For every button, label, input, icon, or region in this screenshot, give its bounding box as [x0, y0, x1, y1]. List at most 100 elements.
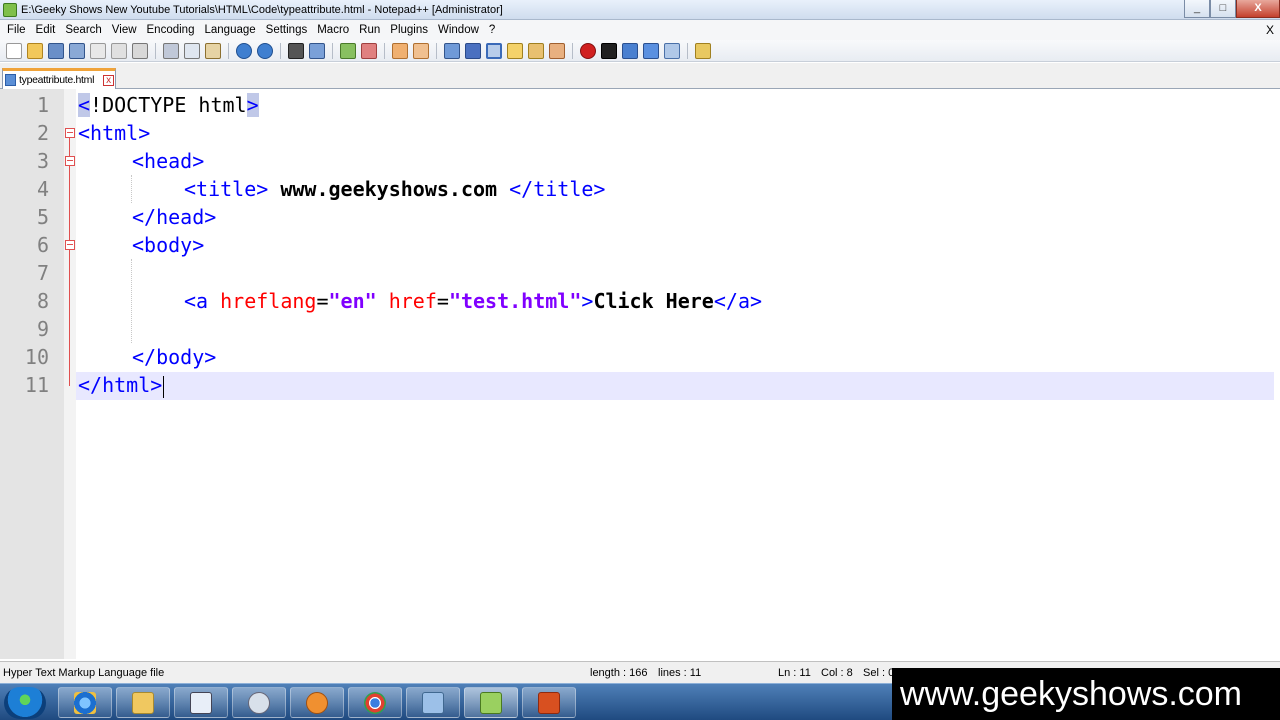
replace-icon[interactable] — [309, 42, 325, 59]
menu-window[interactable]: Window — [433, 20, 484, 40]
fold-line — [69, 138, 70, 386]
tab-close-icon[interactable]: x — [103, 74, 115, 86]
line-number: 9 — [36, 317, 49, 341]
indent-guide-icon[interactable] — [486, 42, 502, 59]
menu-plugins[interactable]: Plugins — [385, 20, 433, 40]
toolbar-separator — [384, 42, 385, 59]
document-map-icon[interactable] — [528, 42, 544, 59]
status-length: length : 166 — [590, 667, 648, 679]
taskbar-notepad-plus-plus[interactable] — [464, 687, 518, 718]
menu-macro[interactable]: Macro — [312, 20, 354, 40]
play-macro-icon[interactable] — [622, 42, 638, 59]
line-number: 8 — [36, 289, 49, 313]
new-file-icon[interactable] — [6, 42, 22, 59]
save-macro-icon[interactable] — [664, 42, 680, 59]
line-number: 10 — [24, 345, 49, 369]
hreflang-attribute: hreflang — [220, 289, 317, 313]
taskbar-media-player[interactable] — [290, 687, 344, 718]
show-all-characters-icon[interactable] — [465, 42, 481, 59]
copy-icon[interactable] — [184, 42, 200, 59]
href-value: "test.html" — [448, 289, 582, 313]
record-macro-icon[interactable] — [580, 42, 596, 59]
fold-collapse-icon[interactable] — [65, 240, 75, 250]
minimize-button[interactable]: _ — [1184, 0, 1210, 18]
watermark: www.geekyshows.com — [892, 668, 1280, 720]
sync-vertical-icon[interactable] — [392, 42, 408, 59]
user-defined-language-icon[interactable] — [507, 42, 523, 59]
save-all-icon[interactable] — [69, 42, 85, 59]
line-number: 6 — [36, 233, 49, 257]
word-wrap-icon[interactable] — [444, 42, 460, 59]
find-icon[interactable] — [288, 42, 304, 59]
undo-icon[interactable] — [236, 42, 252, 59]
run-macro-multiple-icon[interactable] — [643, 42, 659, 59]
menu-search[interactable]: Search — [60, 20, 106, 40]
anchor-open-tag: <a — [184, 289, 221, 313]
menu-run[interactable]: Run — [354, 20, 385, 40]
launch-browser-icon[interactable] — [695, 42, 711, 59]
head-close-tag: </head> — [132, 205, 217, 229]
save-icon[interactable] — [48, 42, 64, 59]
line-number: 3 — [36, 149, 49, 173]
paste-icon[interactable] — [205, 42, 221, 59]
body-close-tag: </body> — [132, 345, 217, 369]
menu-file[interactable]: File — [2, 20, 31, 40]
toolbar-separator — [155, 42, 156, 59]
taskbar-snipping-tool[interactable] — [232, 687, 286, 718]
zoom-out-icon[interactable] — [361, 42, 377, 59]
taskbar-chrome[interactable] — [348, 687, 402, 718]
folder-icon — [132, 691, 154, 714]
menu-edit[interactable]: Edit — [31, 20, 61, 40]
print-icon[interactable] — [132, 42, 148, 59]
menu-encoding[interactable]: Encoding — [142, 20, 200, 40]
anchor-tag-end: > — [581, 289, 594, 313]
window-title: E:\Geeky Shows New Youtube Tutorials\HTM… — [21, 3, 503, 16]
hreflang-value: "en" — [328, 289, 377, 313]
code-editor[interactable]: 1 2 3 4 5 6 7 8 9 10 11 <!DOCTYPE html> … — [0, 89, 1280, 659]
fold-collapse-icon[interactable] — [65, 128, 75, 138]
menu-settings[interactable]: Settings — [261, 20, 313, 40]
close-button[interactable]: X — [1236, 0, 1280, 18]
close-all-icon[interactable] — [111, 42, 127, 59]
title-close-tag: </title> — [509, 177, 606, 201]
sync-horizontal-icon[interactable] — [413, 42, 429, 59]
internet-explorer-icon — [74, 691, 96, 714]
powerpoint-icon — [538, 691, 560, 714]
line-number: 7 — [36, 261, 49, 285]
taskbar-reader[interactable] — [174, 687, 228, 718]
href-attribute: href — [388, 289, 437, 313]
anchor-close-tag: </a> — [713, 289, 763, 313]
menu-help[interactable]: ? — [484, 20, 500, 40]
tab-typeattribute-html[interactable]: typeattribute.html x — [2, 68, 116, 89]
zoom-in-icon[interactable] — [340, 42, 356, 59]
close-file-icon[interactable] — [90, 42, 106, 59]
toolbar-separator — [280, 42, 281, 59]
redo-icon[interactable] — [257, 42, 273, 59]
cut-icon[interactable] — [163, 42, 179, 59]
menu-view[interactable]: View — [107, 20, 142, 40]
equals-sign: = — [436, 289, 449, 313]
title-bar: E:\Geeky Shows New Youtube Tutorials\HTM… — [0, 0, 1280, 20]
book-icon — [190, 691, 212, 714]
equals-sign: = — [316, 289, 329, 313]
taskbar-file-explorer[interactable] — [116, 687, 170, 718]
stop-macro-icon[interactable] — [601, 42, 617, 59]
menu-language[interactable]: Language — [199, 20, 260, 40]
fold-collapse-icon[interactable] — [65, 156, 75, 166]
taskbar-powerpoint[interactable] — [522, 687, 576, 718]
code-line-2: <html> — [78, 119, 150, 147]
chrome-icon — [364, 691, 386, 714]
current-line-highlight — [76, 372, 1274, 400]
line-number: 4 — [36, 177, 49, 201]
close-document-button[interactable]: X — [1266, 20, 1274, 40]
taskbar-window[interactable] — [406, 687, 460, 718]
indent-guide — [131, 175, 132, 203]
maximize-button[interactable]: □ — [1210, 0, 1236, 18]
taskbar-internet-explorer[interactable] — [58, 687, 112, 718]
status-line: Ln : 11 — [778, 667, 811, 679]
open-file-icon[interactable] — [27, 42, 43, 59]
function-list-icon[interactable] — [549, 42, 565, 59]
line-number: 1 — [36, 93, 49, 117]
start-button[interactable] — [4, 687, 46, 719]
doctype-text: !DOCTYPE html — [90, 93, 247, 117]
